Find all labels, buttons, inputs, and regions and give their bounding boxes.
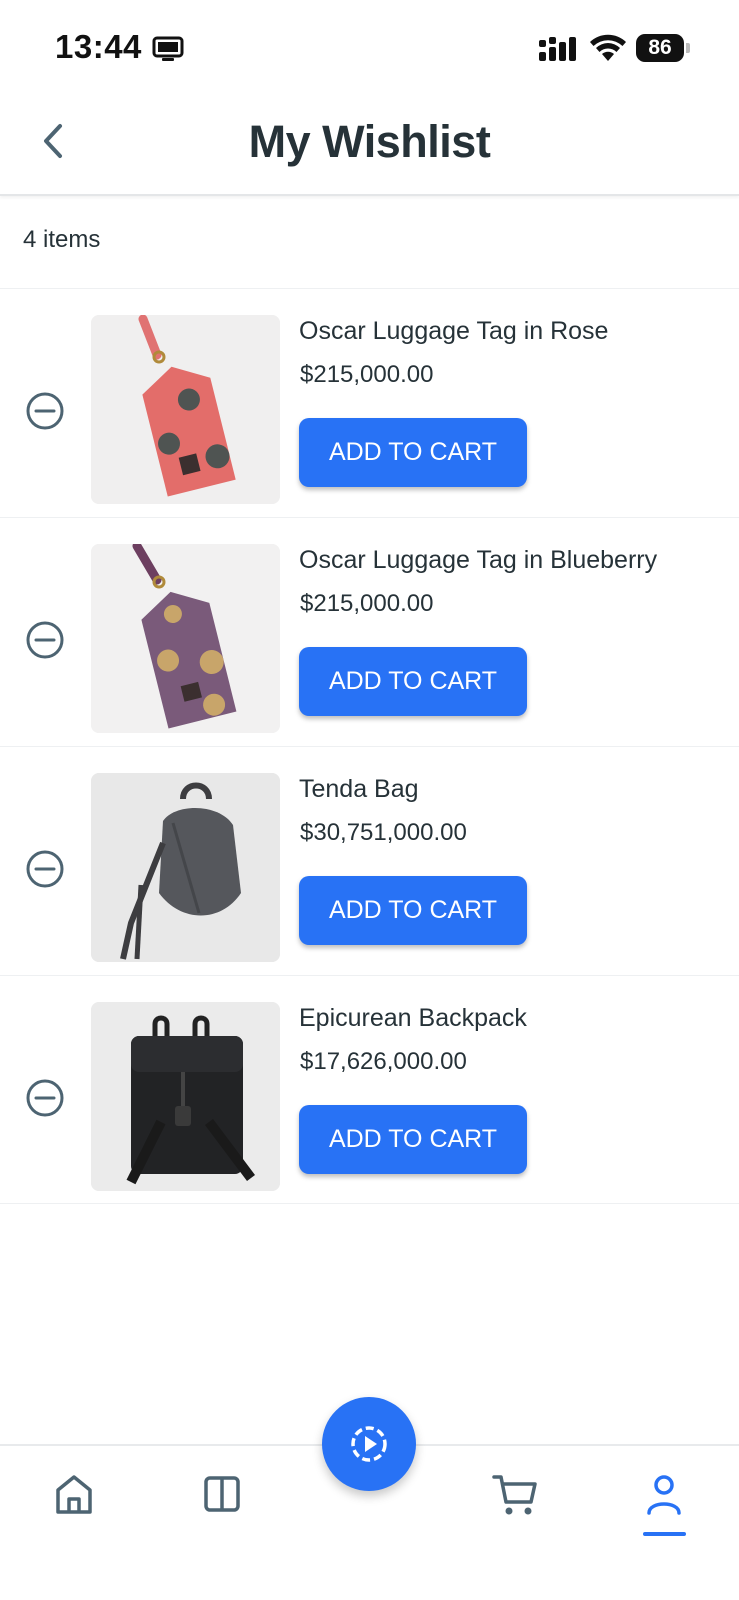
- add-to-cart-button[interactable]: ADD TO CART: [299, 418, 527, 487]
- add-to-cart-button[interactable]: ADD TO CART: [299, 647, 527, 716]
- header: My Wishlist: [0, 96, 739, 196]
- cart-icon[interactable]: [491, 1470, 539, 1518]
- add-to-cart-button[interactable]: ADD TO CART: [299, 1105, 527, 1174]
- product-price: $215,000.00: [300, 590, 434, 617]
- home-icon[interactable]: [50, 1470, 98, 1518]
- signal-icon: [539, 37, 576, 61]
- battery-level: 86: [636, 34, 684, 62]
- product-price: $17,626,000.00: [300, 1048, 467, 1075]
- product-name[interactable]: Oscar Luggage Tag in Rose: [299, 317, 608, 346]
- wifi-icon: [590, 34, 626, 61]
- bag-image: [91, 773, 280, 962]
- product-image[interactable]: [91, 773, 280, 962]
- play-icon: [351, 1426, 387, 1462]
- luggage-tag-image: [91, 544, 280, 733]
- remove-circle-icon[interactable]: [25, 1078, 65, 1118]
- product-image[interactable]: [91, 1002, 280, 1191]
- luggage-tag-image: [91, 315, 280, 504]
- wishlist: Oscar Luggage Tag in Rose $215,000.00 AD…: [0, 288, 739, 1204]
- product-name[interactable]: Oscar Luggage Tag in Blueberry: [299, 546, 657, 575]
- battery-tip: [686, 43, 690, 53]
- product-name[interactable]: Tenda Bag: [299, 775, 419, 804]
- battery-icon: 86: [636, 34, 690, 62]
- catalog-icon[interactable]: [198, 1470, 246, 1518]
- remove-circle-icon[interactable]: [25, 620, 65, 660]
- page-title: My Wishlist: [248, 116, 491, 167]
- product-price: $30,751,000.00: [300, 819, 467, 846]
- status-time: 13:44: [55, 28, 142, 65]
- product-price: $215,000.00: [300, 361, 434, 388]
- backpack-image: [91, 1002, 280, 1191]
- remove-circle-icon[interactable]: [25, 391, 65, 431]
- list-item: Oscar Luggage Tag in Rose $215,000.00 AD…: [0, 288, 739, 517]
- product-image[interactable]: [91, 315, 280, 504]
- screen-icon: [152, 36, 184, 61]
- product-image[interactable]: [91, 544, 280, 733]
- active-tab-indicator: [643, 1532, 686, 1536]
- product-name[interactable]: Epicurean Backpack: [299, 1004, 527, 1033]
- add-to-cart-button[interactable]: ADD TO CART: [299, 876, 527, 945]
- status-bar: 13:44 86: [0, 0, 739, 96]
- list-item: Tenda Bag $30,751,000.00 ADD TO CART: [0, 746, 739, 975]
- list-item: Epicurean Backpack $17,626,000.00 ADD TO…: [0, 975, 739, 1204]
- play-button[interactable]: [322, 1397, 416, 1491]
- remove-circle-icon[interactable]: [25, 849, 65, 889]
- list-item: Oscar Luggage Tag in Blueberry $215,000.…: [0, 517, 739, 746]
- item-count: 4 items: [23, 226, 101, 253]
- account-icon[interactable]: [640, 1470, 688, 1518]
